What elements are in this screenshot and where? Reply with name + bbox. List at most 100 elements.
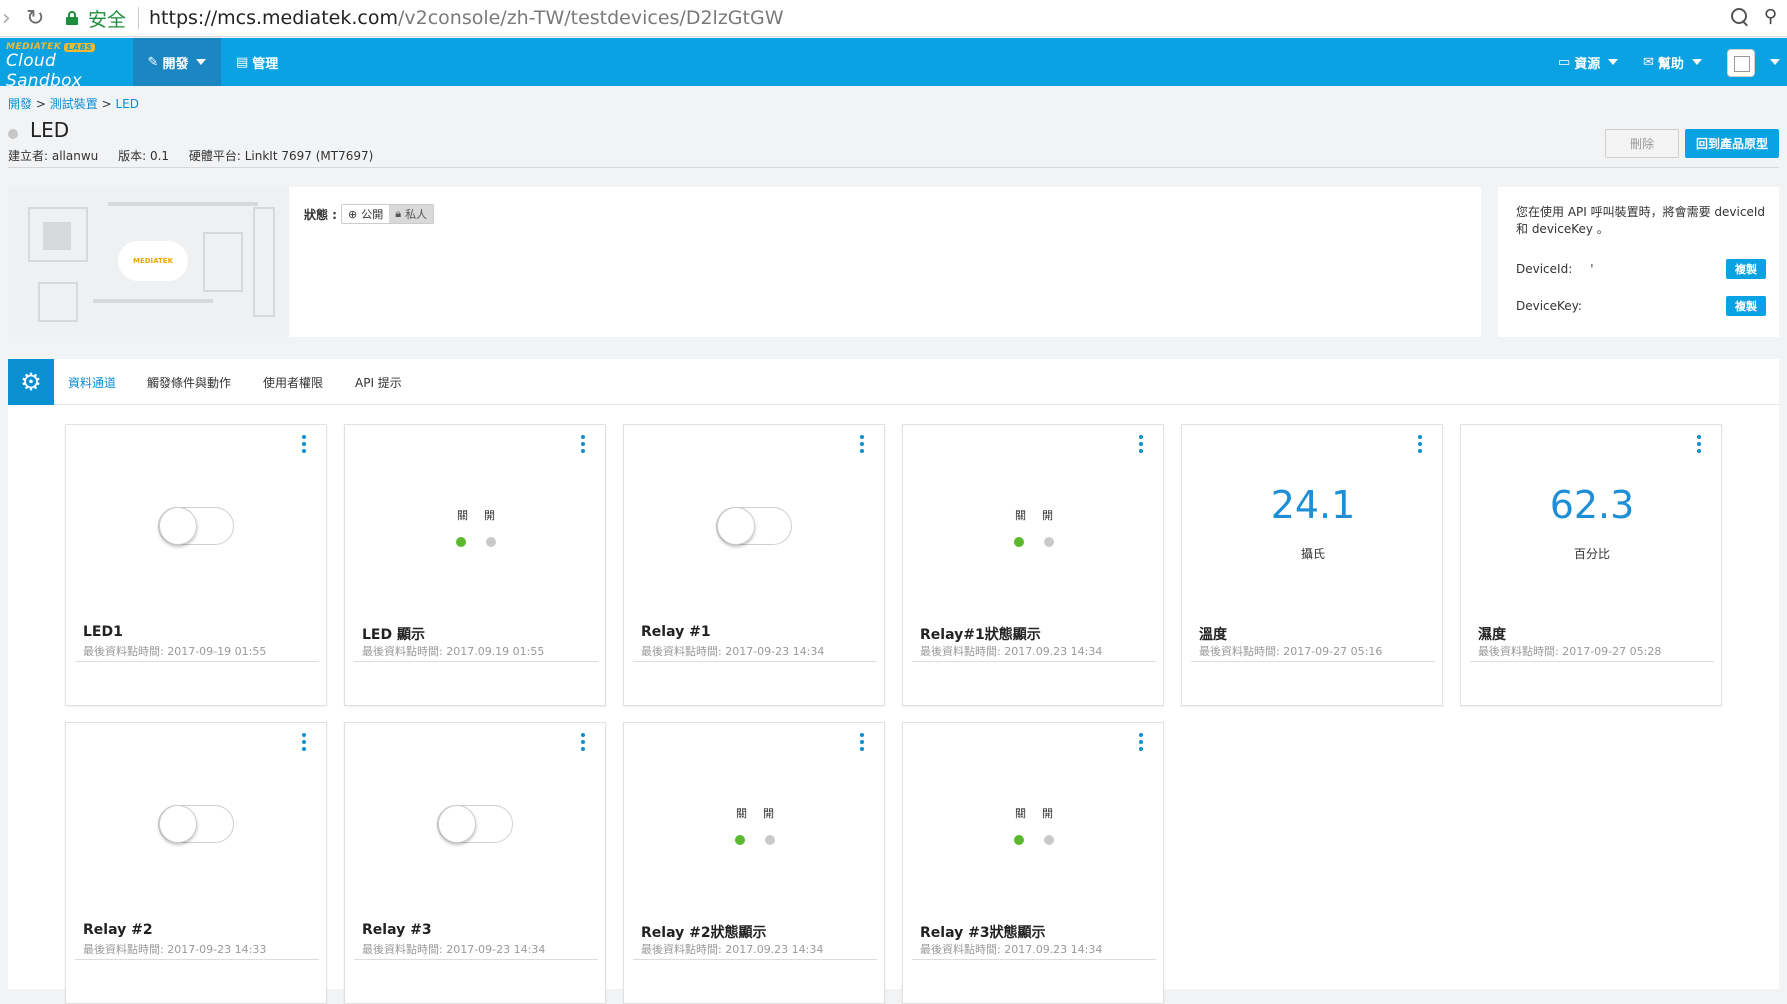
chevron-down-icon xyxy=(196,59,207,65)
channel-card: 關開 Relay#1狀態顯示 最後資料點時間: 2017.09.23 14:34 xyxy=(902,424,1164,706)
device-info-card: MEDIATEK 狀態 : ⊕ 公開 🔒︎ 私人 xyxy=(8,187,1481,337)
channel-card: 24.1 攝氏 溫度 最後資料點時間: 2017-09-27 05:16 xyxy=(1181,424,1443,706)
tab-api-hints[interactable]: API 提示 xyxy=(355,359,402,405)
status-dot-active xyxy=(456,537,466,547)
on-label: 開 xyxy=(1042,807,1053,820)
device-meta: 建立者: allanwu 版本: 0.1 硬體平台: LinkIt 7697 (… xyxy=(8,147,389,164)
switch-toggle[interactable] xyxy=(158,805,234,843)
divider xyxy=(912,661,1156,662)
last-datapoint-time: 最後資料點時間: 2017-09-27 05:16 xyxy=(1199,645,1383,658)
public-option[interactable]: ⊕ 公開 xyxy=(341,205,390,223)
more-options-icon[interactable] xyxy=(581,733,585,751)
more-options-icon[interactable] xyxy=(1139,435,1143,453)
more-options-icon[interactable] xyxy=(302,733,306,751)
breadcrumb-develop[interactable]: 開發 xyxy=(8,97,32,111)
more-options-icon[interactable] xyxy=(1697,435,1701,453)
divider xyxy=(138,7,140,29)
sensor-value: 62.3 xyxy=(1549,483,1635,527)
divider xyxy=(1470,661,1714,662)
divider xyxy=(354,959,598,960)
lock-icon xyxy=(66,11,78,25)
user-avatar[interactable] xyxy=(1727,49,1755,77)
status-display: 關開 xyxy=(903,507,1165,547)
creator: 建立者: allanwu xyxy=(8,149,99,163)
device-id-value: ' xyxy=(1590,262,1594,276)
back-icon[interactable]: › xyxy=(2,6,11,31)
last-datapoint-time: 最後資料點時間: 2017-09-27 05:28 xyxy=(1478,645,1662,658)
breadcrumb-led[interactable]: LED xyxy=(115,97,139,111)
reload-icon[interactable]: ↻ xyxy=(26,6,44,31)
more-options-icon[interactable] xyxy=(1418,435,1422,453)
tab-user-permissions[interactable]: 使用者權限 xyxy=(263,359,323,405)
nav-manage-menu[interactable]: ▤ 管理 xyxy=(236,38,278,86)
copy-device-id-button[interactable]: 複製 xyxy=(1726,259,1766,279)
on-label: 開 xyxy=(763,807,774,820)
nav-develop-label: 開發 xyxy=(162,56,189,72)
gears-icon: ⚙ xyxy=(8,359,54,405)
app-header: MEDIATEK LABS Cloud Sandbox ✎ 開發 ▤ 管理 ▭ 資… xyxy=(0,38,1787,91)
divider xyxy=(75,959,319,960)
channel-name: Relay #1 xyxy=(641,624,711,640)
status-display: 關開 xyxy=(345,507,607,547)
channel-name: Relay #3狀態顯示 xyxy=(920,925,1046,941)
divider xyxy=(633,959,877,960)
help-menu[interactable]: ✉ 幫助 xyxy=(1643,38,1702,86)
resources-icon: ▭ xyxy=(1558,54,1571,70)
cloud-logo-icon: MEDIATEK xyxy=(118,241,188,281)
cloud-sandbox-logo[interactable]: MEDIATEK LABS Cloud Sandbox xyxy=(6,42,126,91)
status-label: 狀態 : xyxy=(304,207,337,222)
status-dot-inactive xyxy=(486,537,496,547)
off-label: 關 xyxy=(736,807,747,820)
status-dot-active xyxy=(1014,537,1024,547)
status-display: 關開 xyxy=(903,805,1165,845)
tab-triggers-actions[interactable]: 觸發條件與動作 xyxy=(147,359,231,405)
status-display: 關開 xyxy=(624,805,886,845)
switch-toggle[interactable] xyxy=(437,805,513,843)
divider xyxy=(912,959,1156,960)
sensor-unit: 攝氏 xyxy=(1300,547,1325,561)
channel-name: Relay #3 xyxy=(362,922,432,938)
breadcrumb-test-devices[interactable]: 測試裝置 xyxy=(50,97,98,111)
resources-menu[interactable]: ▭ 資源 xyxy=(1558,38,1619,86)
channel-name: Relay #2狀態顯示 xyxy=(641,925,767,941)
tab-data-channels[interactable]: 資料通道 xyxy=(68,359,116,405)
globe-icon: ⊕ xyxy=(347,207,358,221)
chevron-down-icon[interactable] xyxy=(1770,59,1780,65)
more-options-icon[interactable] xyxy=(860,435,864,453)
chevron-down-icon xyxy=(1608,59,1619,65)
switch-toggle[interactable] xyxy=(158,507,234,545)
wrench-icon: ✎ xyxy=(147,54,159,70)
more-options-icon[interactable] xyxy=(860,733,864,751)
nav-develop-menu[interactable]: ✎ 開發 xyxy=(133,38,221,86)
last-datapoint-time: 最後資料點時間: 2017.09.23 14:34 xyxy=(920,645,1103,658)
delete-button[interactable]: 刪除 xyxy=(1605,129,1679,158)
copy-device-key-button[interactable]: 複製 xyxy=(1726,296,1766,316)
chevron-down-icon xyxy=(1691,59,1702,65)
device-key-label: DeviceKey: xyxy=(1516,299,1582,313)
more-options-icon[interactable] xyxy=(581,435,585,453)
device-hero-image: MEDIATEK xyxy=(8,187,289,337)
device-key-row: DeviceKey: 複製 xyxy=(1516,296,1766,316)
lock-icon: 🔒︎ xyxy=(395,207,402,220)
zoom-icon[interactable] xyxy=(1731,8,1749,26)
last-datapoint-time: 最後資料點時間: 2017-09-19 01:55 xyxy=(83,645,267,658)
extension-pin-icon[interactable]: ⚲ xyxy=(1764,6,1777,27)
divider xyxy=(633,661,877,662)
switch-toggle[interactable] xyxy=(716,507,792,545)
status-dot-active xyxy=(735,835,745,845)
channel-card: Relay #2 最後資料點時間: 2017-09-23 14:33 xyxy=(65,722,327,1004)
address-bar[interactable]: 安全 https://mcs.mediatek.com/v2console/zh… xyxy=(66,3,1746,33)
channel-name: 濕度 xyxy=(1478,627,1506,643)
back-to-prototype-button[interactable]: 回到產品原型 xyxy=(1685,129,1779,158)
status-dot-inactive xyxy=(1044,537,1054,547)
status-dot-inactive xyxy=(765,835,775,845)
more-options-icon[interactable] xyxy=(1139,733,1143,751)
divider xyxy=(1191,661,1435,662)
more-options-icon[interactable] xyxy=(302,435,306,453)
private-option[interactable]: 🔒︎ 私人 xyxy=(389,205,434,223)
api-credentials-card: 您在使用 API 呼叫裝置時，將會需要 deviceId 和 deviceKey… xyxy=(1498,187,1779,337)
last-datapoint-time: 最後資料點時間: 2017.09.19 01:55 xyxy=(362,645,545,658)
help-label: 幫助 xyxy=(1657,56,1684,72)
breadcrumb-separator: > xyxy=(35,97,46,111)
api-description: 您在使用 API 呼叫裝置時，將會需要 deviceId 和 deviceKey… xyxy=(1516,205,1766,236)
